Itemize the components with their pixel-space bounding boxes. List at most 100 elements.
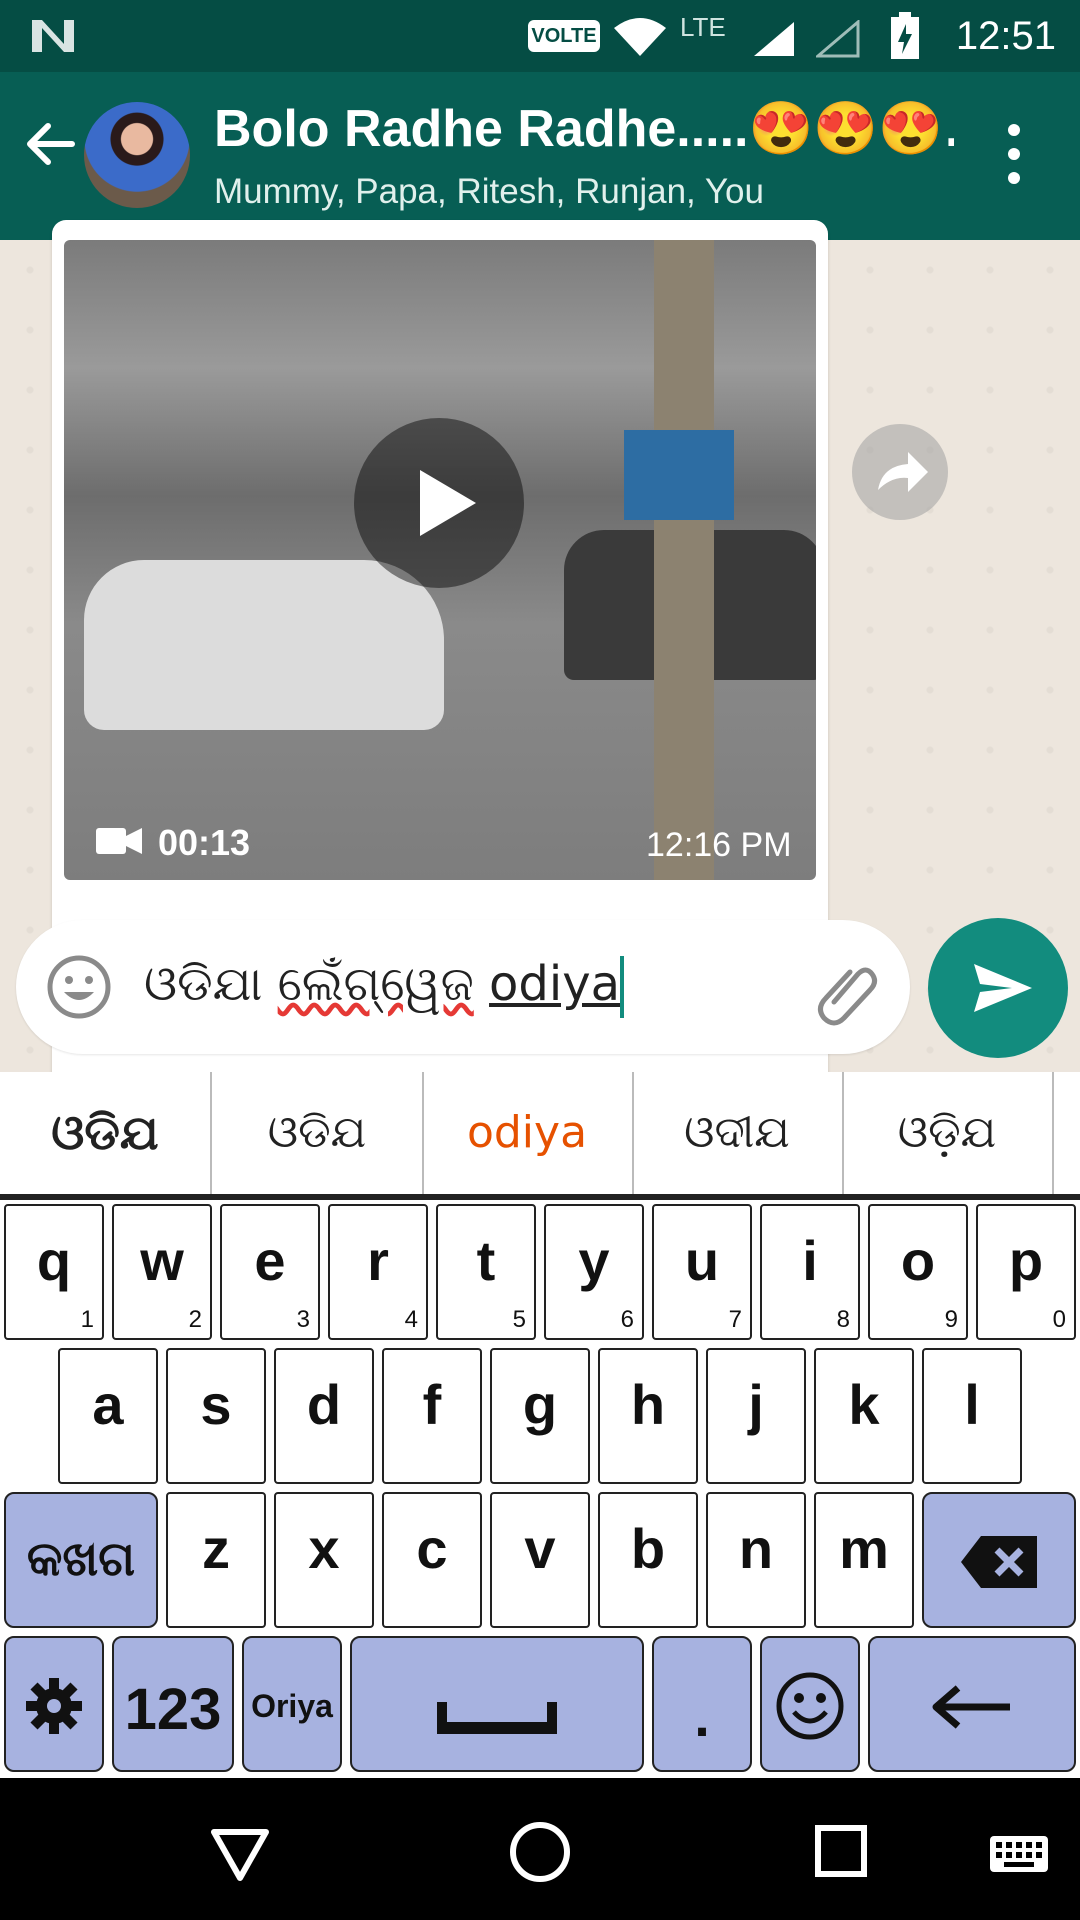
key-k[interactable]: k bbox=[814, 1348, 914, 1484]
video-duration: 00:13 bbox=[158, 822, 251, 863]
keyboard-switch-icon[interactable] bbox=[988, 1834, 1050, 1874]
shift-key[interactable]: କଖଗ bbox=[4, 1492, 158, 1628]
period-key[interactable]: . bbox=[652, 1636, 752, 1772]
attach-clip-icon[interactable] bbox=[812, 956, 882, 1026]
group-members[interactable]: Mummy, Papa, Ritesh, Runjan, You bbox=[214, 172, 764, 212]
key-r[interactable]: r4 bbox=[328, 1204, 428, 1340]
key-label: p bbox=[1008, 1229, 1044, 1292]
backspace-key[interactable] bbox=[922, 1492, 1076, 1628]
key-i[interactable]: i8 bbox=[760, 1204, 860, 1340]
suggestion-0[interactable]: ଓଡିଯ bbox=[0, 1072, 212, 1194]
key-n[interactable]: n bbox=[706, 1492, 806, 1628]
key-w[interactable]: w2 bbox=[112, 1204, 212, 1340]
nav-home-icon[interactable] bbox=[508, 1820, 572, 1884]
key-label: k bbox=[848, 1373, 880, 1436]
play-button[interactable] bbox=[354, 418, 524, 588]
key-label: x bbox=[308, 1517, 340, 1580]
space-key[interactable] bbox=[350, 1636, 644, 1772]
back-arrow-icon[interactable] bbox=[20, 114, 80, 174]
send-icon bbox=[974, 964, 1032, 1012]
key-label: c bbox=[416, 1517, 448, 1580]
signal-empty-icon bbox=[816, 20, 860, 58]
key-number-hint: 4 bbox=[404, 1306, 418, 1333]
key-label: v bbox=[524, 1517, 556, 1580]
key-s[interactable]: s bbox=[166, 1348, 266, 1484]
key-d[interactable]: d bbox=[274, 1348, 374, 1484]
text-cursor bbox=[620, 956, 625, 1018]
key-g[interactable]: g bbox=[490, 1348, 590, 1484]
language-key[interactable]: Oriya bbox=[242, 1636, 342, 1772]
key-f[interactable]: f bbox=[382, 1348, 482, 1484]
message-time: 12:16 PM bbox=[646, 826, 792, 864]
key-l[interactable]: l bbox=[922, 1348, 1022, 1484]
key-x[interactable]: x bbox=[274, 1492, 374, 1628]
key-number-hint: 5 bbox=[512, 1306, 526, 1333]
numbers-key[interactable]: 123 bbox=[112, 1636, 234, 1772]
key-z[interactable]: z bbox=[166, 1492, 266, 1628]
key-a[interactable]: a bbox=[58, 1348, 158, 1484]
key-label: g bbox=[522, 1373, 558, 1436]
input-existing-text: ଓଡିଯା bbox=[144, 956, 263, 1012]
key-label: z bbox=[202, 1517, 230, 1580]
key-h[interactable]: h bbox=[598, 1348, 698, 1484]
key-number-hint: 8 bbox=[836, 1306, 850, 1333]
key-label: o bbox=[900, 1229, 936, 1292]
key-t[interactable]: t5 bbox=[436, 1204, 536, 1340]
key-v[interactable]: v bbox=[490, 1492, 590, 1628]
key-j[interactable]: j bbox=[706, 1348, 806, 1484]
enter-arrow-icon bbox=[932, 1685, 1010, 1729]
key-m[interactable]: m bbox=[814, 1492, 914, 1628]
input-misspelled-word: ଲେଁଗ୍ୱେଜ bbox=[277, 956, 474, 1012]
message-input[interactable]: ଓଡିଯା ଲେଁଗ୍ୱେଜ odiya bbox=[144, 956, 625, 1018]
key-label: w bbox=[140, 1229, 184, 1292]
emoji-key[interactable] bbox=[760, 1636, 860, 1772]
key-y[interactable]: y6 bbox=[544, 1204, 644, 1340]
enter-key[interactable] bbox=[868, 1636, 1076, 1772]
key-o[interactable]: o9 bbox=[868, 1204, 968, 1340]
key-label: a bbox=[92, 1373, 124, 1436]
navigation-bar bbox=[0, 1778, 1080, 1920]
period-label: . bbox=[694, 1685, 710, 1748]
key-p[interactable]: p0 bbox=[976, 1204, 1076, 1340]
key-number-hint: 2 bbox=[188, 1306, 202, 1333]
numbers-label: 123 bbox=[124, 1677, 222, 1742]
key-c[interactable]: c bbox=[382, 1492, 482, 1628]
group-title[interactable]: Bolo Radhe Radhe.....😍😍😍… bbox=[214, 98, 954, 159]
overflow-menu-icon[interactable] bbox=[1000, 124, 1028, 184]
suggestion-bar: ଓଡିଯ ଓଡିଯ odiya ଓଦୀଯ ଓଡ଼ିଯ bbox=[0, 1072, 1080, 1200]
key-label: q bbox=[36, 1229, 72, 1292]
key-label: i bbox=[802, 1229, 818, 1292]
battery-icon bbox=[891, 12, 919, 59]
key-q[interactable]: q1 bbox=[4, 1204, 104, 1340]
play-icon bbox=[420, 470, 476, 536]
group-avatar[interactable] bbox=[84, 102, 190, 208]
key-label: f bbox=[422, 1373, 442, 1436]
send-button[interactable] bbox=[928, 918, 1068, 1058]
key-number-hint: 3 bbox=[296, 1306, 310, 1333]
suggestion-1[interactable]: ଓଡିଯ bbox=[212, 1072, 424, 1194]
key-label: d bbox=[306, 1373, 342, 1436]
key-number-hint: 7 bbox=[728, 1306, 742, 1333]
chat-header: Bolo Radhe Radhe.....😍😍😍… Mummy, Papa, R… bbox=[0, 72, 1080, 240]
key-number-hint: 1 bbox=[80, 1306, 94, 1333]
nav-back-icon[interactable] bbox=[210, 1828, 270, 1882]
key-label: l bbox=[964, 1373, 980, 1436]
emoji-icon[interactable] bbox=[46, 954, 112, 1020]
key-u[interactable]: u7 bbox=[652, 1204, 752, 1340]
gear-icon bbox=[26, 1678, 82, 1734]
key-number-hint: 0 bbox=[1052, 1306, 1066, 1333]
suggestion-3[interactable]: ଓଦୀଯ bbox=[632, 1072, 844, 1194]
key-e[interactable]: e3 bbox=[220, 1204, 320, 1340]
key-label: h bbox=[630, 1373, 666, 1436]
nav-recents-icon[interactable] bbox=[814, 1824, 868, 1878]
thumbnail-sign bbox=[624, 430, 734, 520]
suggestion-4[interactable]: ଓଡ଼ିଯ bbox=[842, 1072, 1054, 1194]
settings-key[interactable] bbox=[4, 1636, 104, 1772]
key-label: u bbox=[684, 1229, 720, 1292]
key-b[interactable]: b bbox=[598, 1492, 698, 1628]
space-icon bbox=[435, 1702, 559, 1734]
forward-icon bbox=[878, 452, 928, 492]
forward-button[interactable] bbox=[852, 424, 948, 520]
smiley-icon bbox=[776, 1672, 844, 1740]
suggestion-2[interactable]: odiya bbox=[422, 1072, 634, 1194]
